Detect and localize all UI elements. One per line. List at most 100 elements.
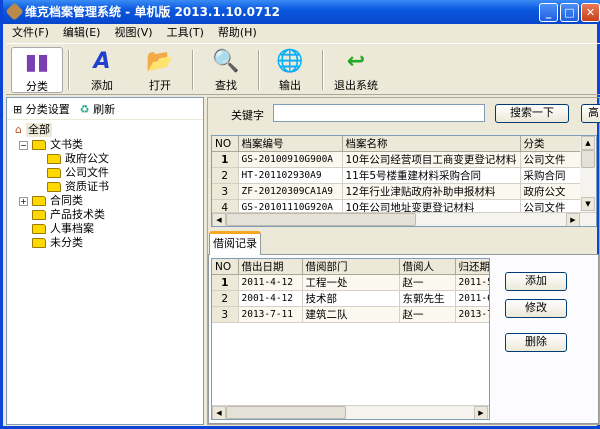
- column-header[interactable]: NO: [212, 259, 239, 275]
- tree-node-hr[interactable]: 人事档案: [32, 222, 94, 236]
- delete-borrow-button[interactable]: 删除: [505, 333, 567, 352]
- menu-help[interactable]: 帮助(H): [218, 24, 257, 42]
- column-header[interactable]: 分类: [520, 136, 581, 152]
- menu-edit[interactable]: 编辑(E): [63, 24, 101, 42]
- archive-table: NO 档案编号 档案名称 分类 1 GS-20100910G900A 10年公司经营项目工…: [211, 135, 597, 227]
- keyword-input[interactable]: [273, 104, 485, 122]
- classify-button[interactable]: ▮▮ 分类: [11, 47, 63, 93]
- tree-label: 公司文件: [65, 166, 109, 179]
- export-button[interactable]: 🌐 输出: [264, 47, 316, 93]
- archive-name: 11年5号楼重建材料采购合同: [342, 167, 521, 184]
- refresh-button[interactable]: ♻ 刷新: [80, 101, 115, 117]
- scroll-left-icon[interactable]: ◀: [212, 406, 226, 419]
- export-label: 输出: [279, 79, 301, 92]
- borrow-date: 2011-4-12: [238, 274, 303, 291]
- add-borrow-button[interactable]: 添加: [505, 272, 567, 291]
- table-row[interactable]: 32013-7-11建筑二队赵一2013-7-: [212, 306, 489, 323]
- add-button[interactable]: A 添加: [76, 47, 128, 93]
- tree-label: 人事档案: [50, 222, 94, 235]
- tree-label: 政府公文: [65, 152, 109, 165]
- category-settings-button[interactable]: ⊞ 分类设置: [13, 101, 70, 117]
- open-folder-icon: 📂: [146, 49, 174, 74]
- archive-code: HT-201102930A9: [238, 167, 343, 184]
- row-number: 2: [212, 290, 239, 307]
- folder-icon: [32, 210, 46, 220]
- open-button[interactable]: 📂 打开: [134, 47, 186, 93]
- column-header[interactable]: 借出日期: [238, 259, 303, 275]
- borrow-dept: 技术部: [302, 290, 400, 307]
- window-title: 维克档案管理系统 - 单机版 2013.1.10.0712: [25, 5, 281, 19]
- exit-button[interactable]: ↩ 退出系统: [328, 47, 384, 93]
- row-number: 1: [212, 274, 239, 291]
- folder-icon: [32, 224, 46, 234]
- column-header[interactable]: 归还期: [455, 259, 489, 275]
- scroll-down-icon[interactable]: ▼: [581, 197, 595, 211]
- find-button[interactable]: 🔍 查找: [200, 47, 252, 93]
- menu-file[interactable]: 文件(F): [12, 24, 49, 42]
- tree-node-company-docs[interactable]: 公司文件: [47, 166, 109, 180]
- title-bar: 维克档案管理系统 - 单机版 2013.1.10.0712 _ □ ✕: [3, 0, 600, 24]
- folder-icon: [47, 182, 61, 192]
- tree-node-products[interactable]: 产品技术类: [32, 208, 105, 222]
- app-icon: [5, 2, 24, 21]
- refresh-label: 刷新: [93, 102, 116, 116]
- tree-label: 未分类: [50, 236, 83, 249]
- minimize-button[interactable]: _: [539, 3, 558, 22]
- tree-node-certificates[interactable]: 资质证书: [47, 180, 109, 194]
- tree-node-all[interactable]: ⌂ 全部: [15, 123, 52, 137]
- table-row[interactable]: 2 HT-201102930A9 11年5号楼重建材料采购合同 采购合同: [212, 167, 581, 184]
- column-header[interactable]: NO: [212, 136, 239, 152]
- maximize-button[interactable]: □: [560, 3, 579, 22]
- borrower: 赵一: [399, 274, 456, 291]
- advanced-search-button[interactable]: 高: [581, 104, 600, 123]
- magnifier-icon: 🔍: [212, 49, 240, 74]
- collapse-icon[interactable]: −: [19, 140, 28, 150]
- table-row[interactable]: 12011-4-12工程一处赵一2011-5-: [212, 274, 489, 291]
- column-header[interactable]: 档案编号: [238, 136, 343, 152]
- expand-icon[interactable]: +: [19, 196, 28, 206]
- vertical-scrollbar[interactable]: ▲ ▼: [580, 136, 596, 212]
- category-settings-label: 分类设置: [25, 102, 70, 116]
- folder-icon: [47, 154, 61, 164]
- separator: [192, 50, 194, 90]
- column-header[interactable]: 档案名称: [342, 136, 521, 152]
- borrow-date: 2013-7-11: [238, 306, 303, 323]
- archive-code: ZF-20120309CA1A9: [238, 183, 343, 200]
- separator: [68, 50, 70, 90]
- export-globe-icon: 🌐: [276, 49, 304, 74]
- search-button[interactable]: 搜索一下: [495, 104, 569, 123]
- tree-node-gov-docs[interactable]: 政府公文: [47, 152, 109, 166]
- scroll-right-icon[interactable]: ▶: [566, 213, 580, 226]
- tree-node-contracts[interactable]: + 合同类: [19, 194, 83, 208]
- borrow-dept: 建筑二队: [302, 306, 400, 323]
- menu-tools[interactable]: 工具(T): [167, 24, 204, 42]
- table-row[interactable]: 3 ZF-20120309CA1A9 12年行业津贴政府补助申报材料 政府公文: [212, 183, 581, 200]
- scroll-up-icon[interactable]: ▲: [581, 136, 595, 150]
- return-date: 2011-5-: [455, 274, 489, 291]
- folder-icon: [32, 196, 46, 206]
- folder-icon: [32, 238, 46, 248]
- close-button[interactable]: ✕: [581, 3, 600, 22]
- scroll-left-icon[interactable]: ◀: [212, 213, 226, 226]
- horizontal-scrollbar[interactable]: ◀ ▶: [212, 405, 489, 419]
- table-row[interactable]: 1 GS-20100910G900A 10年公司经营项目工商变更登记材料 公司文件: [212, 151, 581, 168]
- add-label: 添加: [91, 79, 113, 92]
- scroll-right-icon[interactable]: ▶: [474, 406, 488, 419]
- category-panel: ⊞ 分类设置 ♻ 刷新 ⌂ 全部 − 文书类 政府公文 公司文件 资质证书 + 合同类…: [6, 97, 204, 425]
- tree-label: 产品技术类: [50, 208, 105, 221]
- table-row[interactable]: 22001-4-12技术部东郭先生2011-6-: [212, 290, 489, 307]
- tree-node-documents[interactable]: − 文书类: [19, 138, 83, 152]
- folder-icon: [47, 168, 61, 178]
- borrow-table: NO借出日期借阅部门借阅人归还期 12011-4-12工程一处赵一2011-5-…: [211, 258, 490, 420]
- tab-borrow-records[interactable]: 借阅记录: [209, 231, 261, 255]
- column-header[interactable]: 借阅人: [399, 259, 456, 275]
- menu-view[interactable]: 视图(V): [114, 24, 152, 42]
- row-number: 3: [212, 306, 239, 323]
- column-header[interactable]: 借阅部门: [302, 259, 400, 275]
- edit-borrow-button[interactable]: 修改: [505, 299, 567, 318]
- horizontal-scrollbar[interactable]: ◀ ▶: [212, 212, 596, 226]
- tree-node-uncategorized[interactable]: 未分类: [32, 236, 83, 250]
- folder-icon: [32, 140, 46, 150]
- tree-label: 全部: [25, 123, 52, 137]
- exit-label: 退出系统: [334, 79, 378, 92]
